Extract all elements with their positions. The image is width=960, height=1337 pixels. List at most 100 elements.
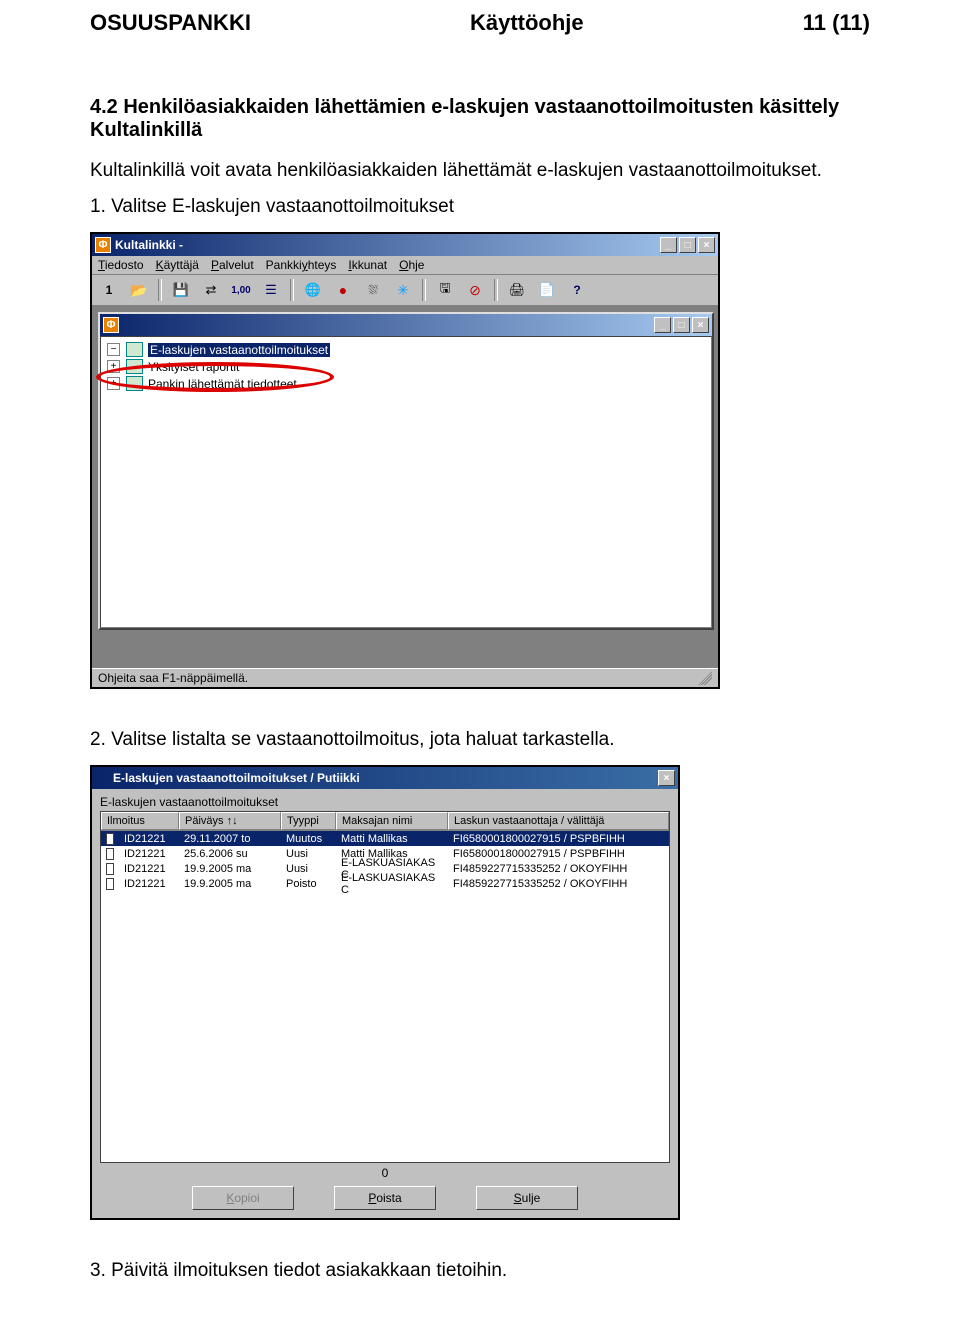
vastaanottoilmoitukset-dialog: E-laskujen vastaanottoilmoitukset / Puti… xyxy=(90,765,680,1220)
minimize-button[interactable]: _ xyxy=(654,317,671,333)
record-icon[interactable] xyxy=(330,278,356,302)
help-icon[interactable] xyxy=(564,278,590,302)
menu-ikkunat[interactable]: Ikkunat xyxy=(348,258,387,272)
maximize-button[interactable]: □ xyxy=(673,317,690,333)
cell-date: 25.6.2006 su xyxy=(179,848,281,860)
tree-pane: − E-laskujen vastaanottoilmoitukset + Yk… xyxy=(100,336,712,628)
maximize-button[interactable]: □ xyxy=(679,237,696,253)
cell-date: 19.9.2005 ma xyxy=(179,863,281,875)
print-icon[interactable] xyxy=(504,278,530,302)
separator xyxy=(494,279,498,301)
doc-header: OSUUSPANKKI Käyttöohje 11 (11) xyxy=(90,10,870,36)
cell-payer: Matti Mallikas xyxy=(336,833,448,845)
step-1: 1. Valitse E-laskujen vastaanottoilmoitu… xyxy=(90,196,870,218)
cell-type: Poisto xyxy=(281,878,336,890)
expand-icon[interactable]: + xyxy=(107,377,120,390)
cell-type: Uusi xyxy=(281,848,336,860)
expand-icon[interactable]: + xyxy=(107,360,120,373)
row-checkbox[interactable] xyxy=(101,863,119,875)
mdi-area: Φ _ □ × − E-laskujen vastaanottoilmoituk… xyxy=(92,306,718,668)
row-checkbox[interactable] xyxy=(101,878,119,890)
col-ilmoitus[interactable]: Ilmoitus xyxy=(101,812,179,830)
close-button[interactable]: Sulje xyxy=(476,1186,578,1210)
tree-item-yksityiset[interactable]: + Yksityiset raportit xyxy=(103,358,709,375)
menu-pankkiyhteys[interactable]: Pankkiyhteys xyxy=(266,258,337,272)
close-button[interactable]: × xyxy=(658,770,675,786)
step-3: 3. Päivitä ilmoituksen tiedot asiakakkaa… xyxy=(90,1260,870,1282)
list-view: Ilmoitus Päiväys ↑↓ Tyyppi Maksajan nimi… xyxy=(100,811,670,1163)
globe-icon[interactable] xyxy=(300,278,326,302)
cell-recipient: FI4859227715335252 / OKOYFIHH xyxy=(448,878,669,890)
table-row[interactable]: ID2122119.9.2005 maPoistoE-LASKUASIAKAS … xyxy=(101,876,669,891)
menu-kayttaja[interactable]: Käyttäjä xyxy=(156,258,199,272)
document-icon[interactable] xyxy=(534,278,560,302)
cell-recipient: FI6580001800027915 / PSPBFIHH xyxy=(448,833,669,845)
column-headers: Ilmoitus Päiväys ↑↓ Tyyppi Maksajan nimi… xyxy=(101,812,669,831)
child-titlebar: Φ _ □ × xyxy=(100,314,712,336)
separator xyxy=(158,279,162,301)
tree-item-pankin[interactable]: + Pankin lähettämät tiedotteet xyxy=(103,375,709,392)
disk-icon[interactable] xyxy=(168,278,194,302)
col-vastaanottaja[interactable]: Laskun vastaanottaja / välittäjä xyxy=(448,812,669,830)
menu-palvelut[interactable]: Palvelut xyxy=(211,258,254,272)
cell-payer: E-LASKUASIAKAS C xyxy=(336,872,448,896)
cell-type: Uusi xyxy=(281,863,336,875)
toolbar: 1 xyxy=(92,275,718,306)
save-icon[interactable] xyxy=(432,278,458,302)
col-maksaja[interactable]: Maksajan nimi xyxy=(336,812,448,830)
list-label: E-laskujen vastaanottoilmoitukset xyxy=(92,789,678,811)
toolbar-item-1[interactable]: 1 xyxy=(96,278,122,302)
minimize-button[interactable]: _ xyxy=(660,237,677,253)
copy-button[interactable]: Kopioi xyxy=(192,1186,294,1210)
org-name: OSUUSPANKKI xyxy=(90,10,251,36)
row-checkbox[interactable] xyxy=(101,848,119,860)
rate-icon[interactable] xyxy=(228,278,254,302)
open-icon[interactable] xyxy=(126,278,152,302)
tree-label: E-laskujen vastaanottoilmoitukset xyxy=(148,343,330,357)
cell-id: ID21221 xyxy=(119,863,179,875)
child-window: Φ _ □ × − E-laskujen vastaanottoilmoituk… xyxy=(98,312,714,630)
paragraph: Kultalinkillä voit avata henkilöasiakkai… xyxy=(90,160,870,182)
col-tyyppi[interactable]: Tyyppi xyxy=(281,812,336,830)
menu-tiedosto[interactable]: Tiedosto xyxy=(98,258,144,272)
table-row[interactable]: ID2122129.11.2007 toMuutosMatti Mallikas… xyxy=(101,831,669,846)
section-heading: 4.2 Henkilöasiakkaiden lähettämien e-las… xyxy=(90,96,870,142)
cell-id: ID21221 xyxy=(119,848,179,860)
resize-grip-icon[interactable] xyxy=(698,671,712,685)
doc-title: Käyttöohje xyxy=(470,10,584,36)
app-icon: Φ xyxy=(95,237,111,253)
misc-icon[interactable] xyxy=(360,278,386,302)
titlebar: Φ Kultalinkki - _ □ × xyxy=(92,234,718,256)
row-checkbox[interactable] xyxy=(101,833,119,845)
separator xyxy=(422,279,426,301)
menu-bar: Tiedosto Käyttäjä Palvelut Pankkiyhteys … xyxy=(92,256,718,275)
step-2: 2. Valitse listalta se vastaanottoilmoit… xyxy=(90,729,870,751)
close-button[interactable]: × xyxy=(692,317,709,333)
snowflake-icon[interactable] xyxy=(390,278,416,302)
transfer-icon[interactable] xyxy=(198,278,224,302)
expand-icon[interactable]: − xyxy=(107,343,120,356)
folder-icon xyxy=(126,376,143,391)
dialog-title: E-laskujen vastaanottoilmoitukset / Puti… xyxy=(113,771,658,785)
cell-id: ID21221 xyxy=(119,833,179,845)
dialog-icon xyxy=(95,772,109,784)
cell-id: ID21221 xyxy=(119,878,179,890)
tree-item-elaskujen[interactable]: − E-laskujen vastaanottoilmoitukset xyxy=(103,341,709,358)
menu-ohje[interactable]: Ohje xyxy=(399,258,424,272)
dialog-buttons: Kopioi Poista Sulje xyxy=(92,1183,678,1218)
folder-icon xyxy=(126,359,143,374)
tree-label: Pankin lähettämät tiedotteet xyxy=(148,377,297,391)
app-icon: Φ xyxy=(103,317,119,333)
tree-label: Yksityiset raportit xyxy=(148,360,239,374)
app-title: Kultalinkki - xyxy=(115,238,660,252)
separator xyxy=(290,279,294,301)
stop-icon[interactable] xyxy=(462,278,488,302)
col-paivays[interactable]: Päiväys ↑↓ xyxy=(179,812,281,830)
cell-type: Muutos xyxy=(281,833,336,845)
close-button[interactable]: × xyxy=(698,237,715,253)
kultalinkki-main-window: Φ Kultalinkki - _ □ × Tiedosto Käyttäjä … xyxy=(90,232,720,689)
cell-recipient: FI4859227715335252 / OKOYFIHH xyxy=(448,863,669,875)
list-icon[interactable] xyxy=(258,278,284,302)
delete-button[interactable]: Poista xyxy=(334,1186,436,1210)
count-value: 0 xyxy=(92,1163,678,1183)
